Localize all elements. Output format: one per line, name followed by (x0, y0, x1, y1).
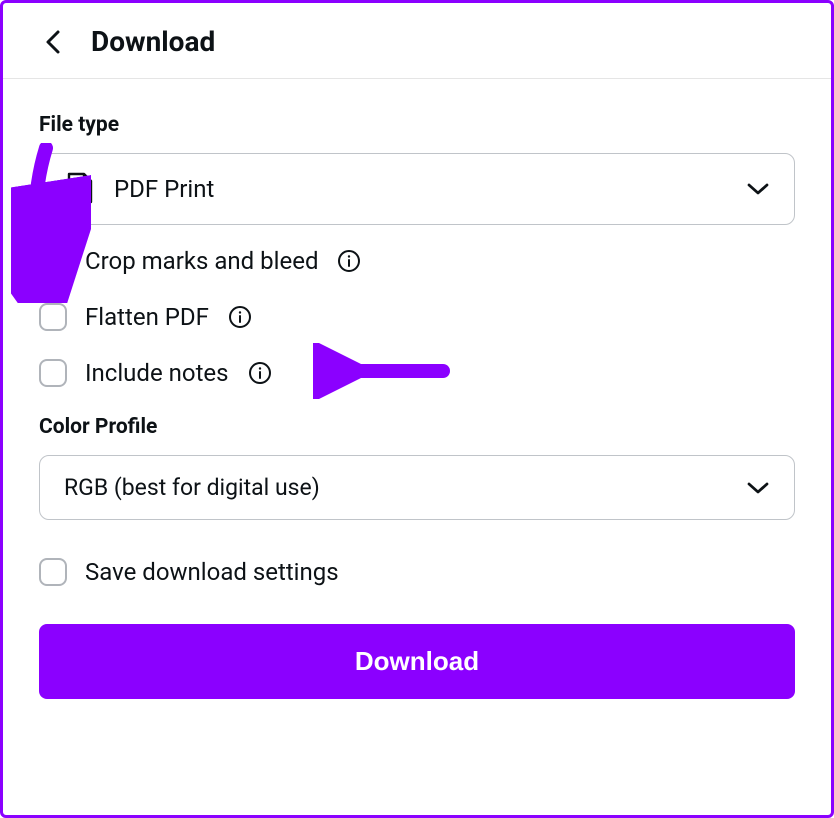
panel-content: File type PDF Print Crop marks and bleed… (3, 79, 831, 729)
file-type-value-wrap: PDF Print (64, 172, 214, 206)
flatten-pdf-label: Flatten PDF (85, 303, 209, 331)
crop-marks-info-button[interactable] (336, 248, 362, 274)
include-notes-checkbox[interactable] (39, 359, 67, 387)
file-type-label: File type (39, 113, 795, 137)
include-notes-info-button[interactable] (247, 360, 273, 386)
download-button[interactable]: Download (39, 624, 795, 699)
flatten-pdf-checkbox[interactable] (39, 303, 67, 331)
panel-title: Download (91, 25, 215, 58)
crop-marks-row: Crop marks and bleed (39, 247, 795, 275)
file-type-dropdown[interactable]: PDF Print (39, 153, 795, 225)
flatten-pdf-info-button[interactable] (227, 304, 253, 330)
flatten-pdf-row: Flatten PDF (39, 303, 795, 331)
crop-marks-label: Crop marks and bleed (85, 247, 318, 275)
chevron-down-icon (746, 182, 770, 196)
back-button[interactable] (39, 28, 67, 56)
panel-header: Download (3, 3, 831, 79)
info-icon (337, 249, 361, 273)
save-settings-checkbox[interactable] (39, 558, 67, 586)
crop-marks-checkbox[interactable] (39, 247, 67, 275)
color-profile-dropdown[interactable]: RGB (best for digital use) (39, 455, 795, 520)
info-icon (248, 361, 272, 385)
file-type-value: PDF Print (114, 175, 214, 203)
color-profile-label: Color Profile (39, 415, 795, 439)
color-profile-value: RGB (best for digital use) (64, 474, 320, 501)
info-icon (228, 305, 252, 329)
file-icon (64, 172, 94, 206)
save-settings-row: Save download settings (39, 558, 795, 586)
chevron-left-icon (44, 28, 62, 56)
chevron-down-icon (746, 481, 770, 495)
save-settings-label: Save download settings (85, 558, 339, 586)
include-notes-row: Include notes (39, 359, 795, 387)
include-notes-label: Include notes (85, 359, 229, 387)
